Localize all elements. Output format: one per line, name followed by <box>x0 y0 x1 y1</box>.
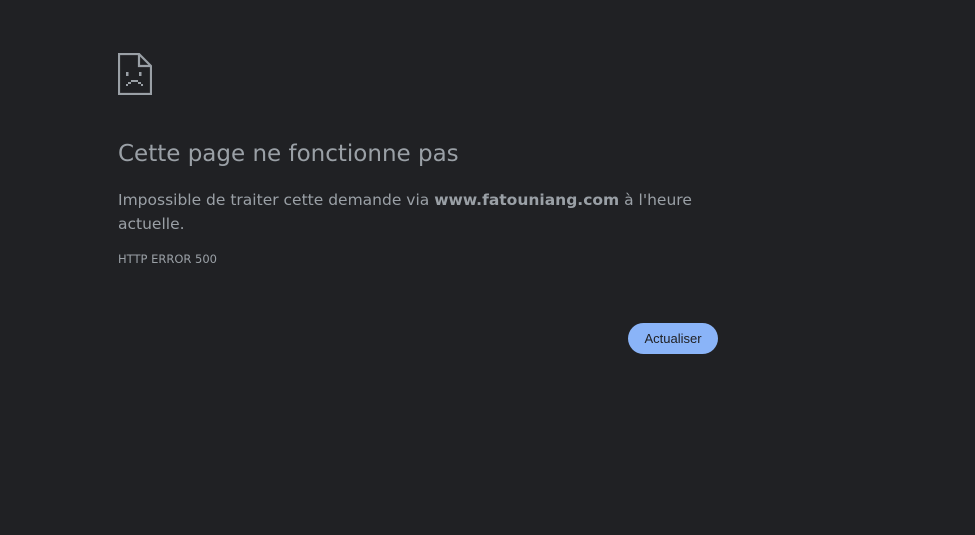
sad-page-icon <box>118 53 152 95</box>
reload-button[interactable]: Actualiser <box>628 323 718 354</box>
error-code: HTTP ERROR 500 <box>118 252 217 266</box>
error-domain: www.fatouniang.com <box>434 191 620 209</box>
description-prefix: Impossible de traiter cette demande via <box>118 191 435 209</box>
error-description: Impossible de traiter cette demande via … <box>118 188 703 236</box>
page-title: Cette page ne fonctionne pas <box>118 141 459 167</box>
